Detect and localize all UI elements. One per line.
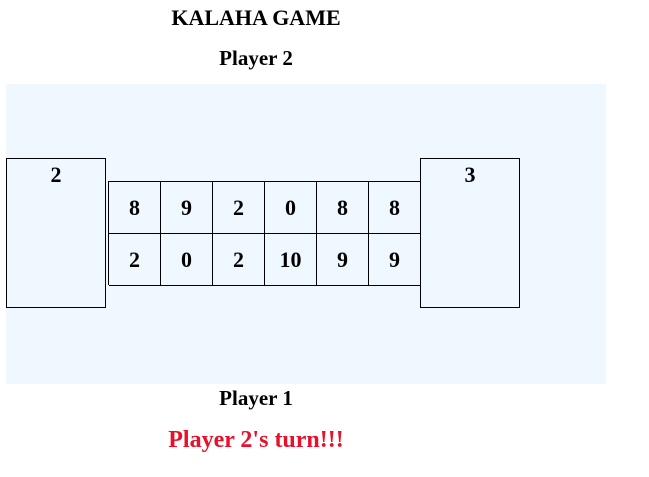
pit-bottom-3[interactable]: 2 <box>213 234 265 286</box>
pit-top-4[interactable]: 0 <box>265 182 317 234</box>
pit-bottom-5[interactable]: 9 <box>317 234 369 286</box>
pit-bottom-1[interactable]: 2 <box>109 234 161 286</box>
pit-bottom-4[interactable]: 10 <box>265 234 317 286</box>
player-2-label: Player 2 <box>219 46 293 70</box>
pit-top-1[interactable]: 8 <box>109 182 161 234</box>
pits-grid: 8 9 2 0 8 8 2 0 2 10 9 9 <box>108 181 421 286</box>
pits-row-player-1: 2 0 2 10 9 9 <box>109 234 421 286</box>
kalaha-page: KALAHA GAME Player 2 2 8 9 2 0 8 8 2 0 2… <box>0 0 649 477</box>
pit-top-2[interactable]: 9 <box>161 182 213 234</box>
pit-top-5[interactable]: 8 <box>317 182 369 234</box>
page-title: KALAHA GAME <box>171 5 341 30</box>
store-right: 3 <box>420 158 520 308</box>
pit-top-3[interactable]: 2 <box>213 182 265 234</box>
store-left: 2 <box>6 158 106 308</box>
player-1-label: Player 1 <box>219 386 293 410</box>
turn-message: Player 2's turn!!! <box>168 427 344 453</box>
game-board: 2 8 9 2 0 8 8 2 0 2 10 9 9 3 <box>6 84 606 384</box>
pit-top-6[interactable]: 8 <box>369 182 421 234</box>
pit-bottom-2[interactable]: 0 <box>161 234 213 286</box>
pits-row-player-2: 8 9 2 0 8 8 <box>109 182 421 234</box>
pit-bottom-6[interactable]: 9 <box>369 234 421 286</box>
